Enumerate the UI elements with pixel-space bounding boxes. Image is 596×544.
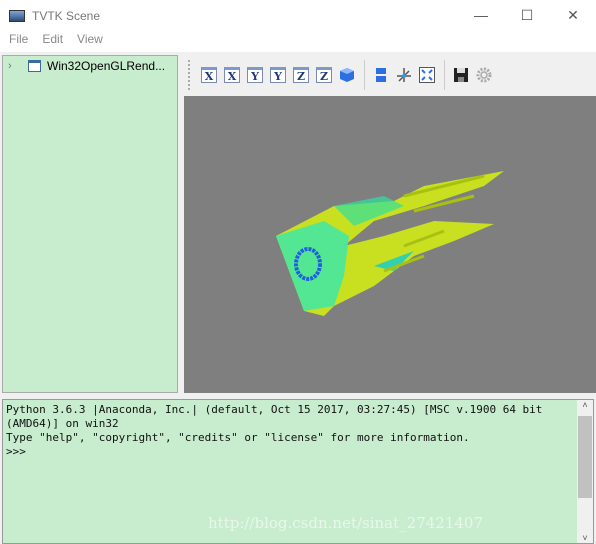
save-icon[interactable] xyxy=(453,67,469,83)
tree-item-label: Win32OpenGLRend... xyxy=(47,59,166,73)
view-y-minus-icon[interactable]: Y xyxy=(270,67,286,83)
tree-item[interactable]: › Win32OpenGLRend... xyxy=(3,57,177,75)
watermark: http://blog.csdn.net/sinat_27421407 xyxy=(208,514,484,532)
python-shell[interactable]: Python 3.6.3 |Anaconda, Inc.| (default, … xyxy=(2,399,594,544)
axes-icon[interactable] xyxy=(396,67,412,83)
minimize-button[interactable]: — xyxy=(458,0,504,30)
toolbar-separator xyxy=(364,60,365,90)
view-z-plus-icon[interactable]: Z xyxy=(293,67,309,83)
console-line: (AMD64)] on win32 xyxy=(6,417,119,430)
scrollbar-thumb[interactable] xyxy=(578,416,592,498)
scroll-down-icon[interactable]: ˅ xyxy=(577,533,593,543)
view-y-plus-icon[interactable]: Y xyxy=(247,67,263,83)
title-bar: TVTK Scene — ☐ ✕ xyxy=(0,0,596,32)
window-icon xyxy=(28,60,41,72)
toolbar: X X Y Y Z Z xyxy=(184,55,596,95)
vertical-scrollbar[interactable]: ˄ ˅ xyxy=(577,400,593,543)
3d-surface-render xyxy=(276,171,504,316)
view-x-plus-icon[interactable]: X xyxy=(201,67,217,83)
menu-view[interactable]: View xyxy=(77,32,103,52)
render-viewport[interactable] xyxy=(184,96,596,393)
isometric-view-icon[interactable] xyxy=(339,67,355,83)
window-title: TVTK Scene xyxy=(32,9,101,23)
chevron-right-icon[interactable]: › xyxy=(8,60,20,72)
close-button[interactable]: ✕ xyxy=(550,0,596,30)
toolbar-separator xyxy=(444,60,445,90)
console-line: Python 3.6.3 |Anaconda, Inc.| (default, … xyxy=(6,403,543,416)
scroll-up-icon[interactable]: ˄ xyxy=(577,400,593,410)
menu-edit[interactable]: Edit xyxy=(42,32,63,52)
view-z-minus-icon[interactable]: Z xyxy=(316,67,332,83)
app-icon xyxy=(9,10,25,22)
pipeline-tree: › Win32OpenGLRend... xyxy=(2,55,178,393)
parallel-projection-icon[interactable] xyxy=(373,67,389,83)
menu-file[interactable]: File xyxy=(9,32,28,52)
toolbar-grip[interactable] xyxy=(188,60,191,90)
console-prompt[interactable]: >>> xyxy=(6,445,26,458)
menu-bar: File Edit View xyxy=(0,32,596,52)
console-line: Type "help", "copyright", "credits" or "… xyxy=(6,431,470,444)
fullscreen-icon[interactable] xyxy=(419,67,435,83)
gear-icon[interactable] xyxy=(476,67,492,83)
view-x-minus-icon[interactable]: X xyxy=(224,67,240,83)
maximize-button[interactable]: ☐ xyxy=(504,0,550,30)
